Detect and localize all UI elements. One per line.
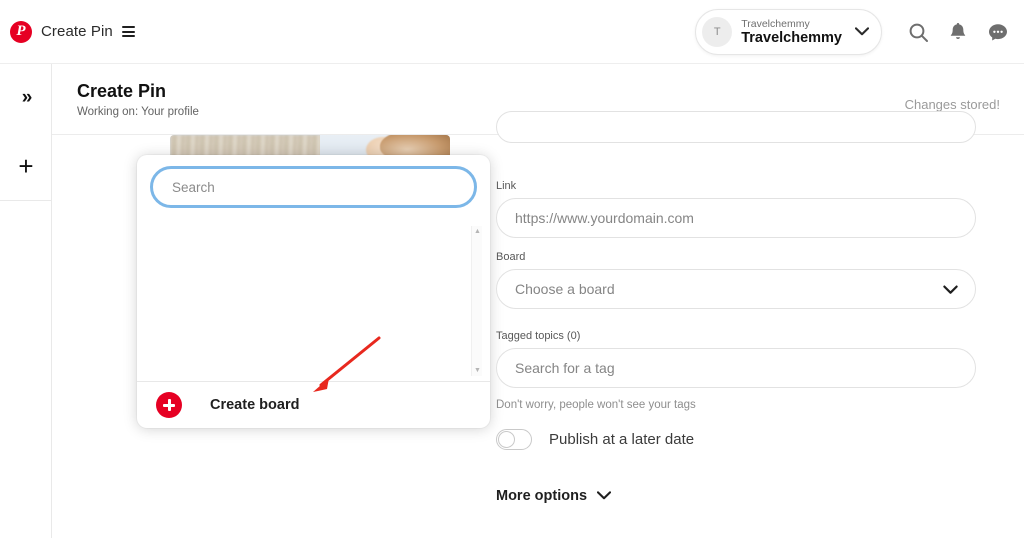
tags-helper-text: Don't worry, people won't see your tags bbox=[496, 399, 696, 411]
pin-image-preview bbox=[170, 135, 450, 157]
pinterest-logo-icon[interactable]: P bbox=[10, 20, 32, 43]
page-title: Create Pin bbox=[77, 81, 167, 101]
left-sidebar-rail: » + bbox=[0, 64, 52, 538]
page-subtitle: Working on: Your profile bbox=[77, 106, 199, 118]
more-options-label: More options bbox=[496, 488, 588, 504]
toggle-knob bbox=[498, 431, 515, 448]
board-search-wrap bbox=[150, 166, 477, 208]
account-handle: Travelchemmy bbox=[741, 17, 810, 30]
account-name: Travelchemmy bbox=[741, 29, 842, 46]
board-select-wrap bbox=[496, 269, 976, 309]
description-field-cutoff[interactable] bbox=[496, 111, 976, 143]
board-label: Board bbox=[496, 251, 526, 263]
main-content: ▲ ▼ Create board Link Board bbox=[52, 111, 1024, 538]
create-pin-page: P Create Pin T Travelchemmy Travelchemmy bbox=[0, 0, 1024, 538]
tag-search-input[interactable] bbox=[496, 348, 976, 388]
bell-icon[interactable] bbox=[938, 12, 978, 52]
publish-later-toggle[interactable] bbox=[496, 429, 532, 450]
scroll-up-arrow-icon[interactable]: ▲ bbox=[472, 226, 483, 237]
board-search-input[interactable] bbox=[150, 166, 477, 208]
status-badge: Changes stored! bbox=[904, 97, 1000, 112]
create-board-button[interactable]: Create board bbox=[137, 382, 490, 428]
board-field-group: Board bbox=[496, 251, 976, 309]
chevron-down-icon[interactable] bbox=[854, 23, 870, 41]
avatar: T bbox=[702, 17, 733, 47]
top-right-controls: T Travelchemmy Travelchemmy bbox=[695, 0, 1018, 64]
link-input[interactable] bbox=[496, 198, 976, 238]
top-navigation-bar: P Create Pin T Travelchemmy Travelchemmy bbox=[0, 0, 1024, 64]
sidebar-create-button[interactable]: + bbox=[0, 132, 52, 200]
avatar-initial: T bbox=[713, 26, 721, 38]
message-bubble-icon[interactable] bbox=[978, 12, 1018, 52]
chevron-down-icon bbox=[596, 487, 612, 505]
link-field-group: Link bbox=[496, 180, 976, 238]
account-names: Travelchemmy Travelchemmy bbox=[741, 18, 842, 47]
publish-later-row[interactable]: Publish at a later date bbox=[496, 429, 694, 450]
brand-label: Create Pin bbox=[41, 23, 113, 40]
hamburger-menu-icon[interactable] bbox=[121, 26, 135, 37]
pinterest-logo-letter: P bbox=[16, 23, 26, 39]
board-selector-dropdown: ▲ ▼ Create board bbox=[137, 155, 490, 428]
plus-circle-icon bbox=[156, 392, 182, 418]
link-label: Link bbox=[496, 180, 517, 192]
search-icon[interactable] bbox=[898, 12, 938, 52]
publish-later-label: Publish at a later date bbox=[549, 431, 695, 448]
sidebar-divider bbox=[0, 200, 52, 201]
account-switcher[interactable]: T Travelchemmy Travelchemmy bbox=[695, 9, 882, 55]
chevrons-right-icon: » bbox=[21, 87, 32, 108]
more-options-button[interactable]: More options bbox=[496, 487, 612, 505]
create-board-label: Create board bbox=[210, 397, 300, 413]
preview-building bbox=[170, 135, 330, 157]
sidebar-expand-button[interactable]: » bbox=[0, 64, 52, 132]
tagged-topics-label: Tagged topics (0) bbox=[496, 330, 581, 342]
scroll-down-arrow-icon[interactable]: ▼ bbox=[472, 365, 483, 376]
tags-field-group: Tagged topics (0) bbox=[496, 330, 976, 388]
board-results-list: ▲ ▼ bbox=[137, 221, 490, 382]
preview-hair bbox=[380, 135, 450, 157]
board-select[interactable] bbox=[496, 269, 976, 309]
plus-icon: + bbox=[18, 151, 34, 181]
brand-area[interactable]: P Create Pin bbox=[10, 20, 135, 43]
board-list-scrollbar[interactable]: ▲ ▼ bbox=[471, 226, 482, 376]
